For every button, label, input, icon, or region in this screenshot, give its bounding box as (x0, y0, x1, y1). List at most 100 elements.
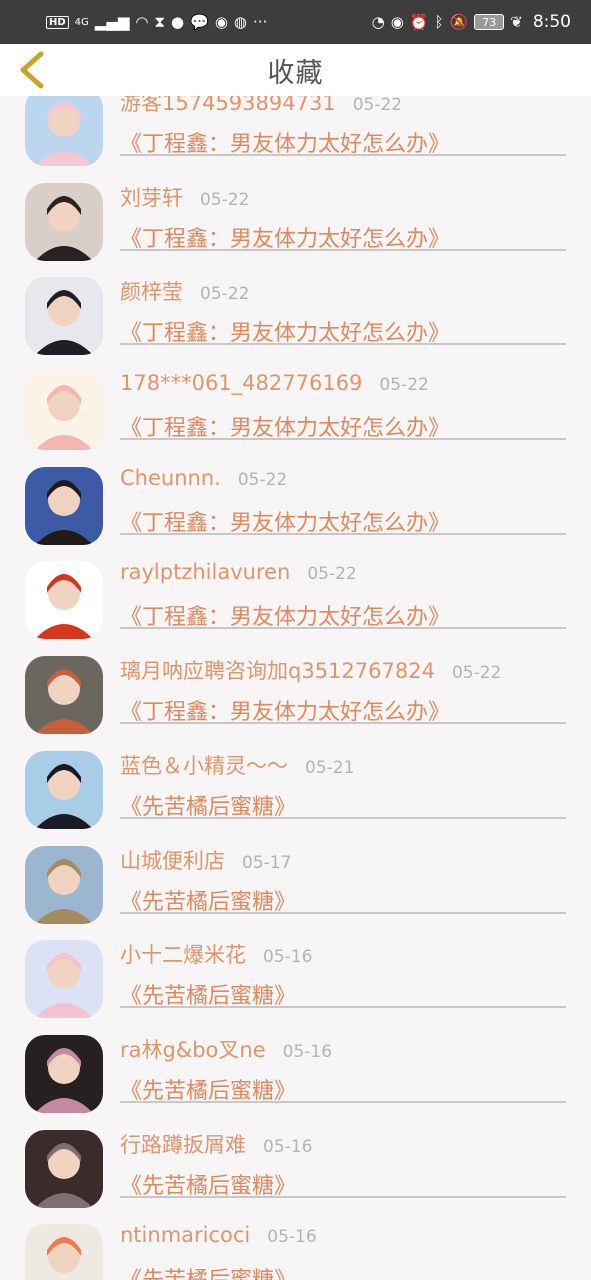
story-title[interactable]: 《丁程鑫：男友体力太好怎么办》 (120, 221, 566, 252)
divider (120, 1100, 566, 1103)
story-title[interactable]: 《先苦橘后蜜糖》 (120, 884, 566, 915)
status-bar: HD 4G ▂▄▆ ◠ ⧗ ● 💬 ◉ ◍ ··· ◔ ◉ ⏰ ᛒ 🔕 73 ❦… (0, 0, 591, 44)
back-button[interactable] (14, 50, 50, 90)
alarm-icon: ⏰ (409, 12, 429, 31)
story-title[interactable]: 《丁程鑫：男友体力太好怎么办》 (120, 315, 566, 346)
list-item-meta: 山城便利店 05-17 (120, 845, 566, 875)
avatar[interactable] (25, 277, 103, 356)
list-item[interactable]: 蓝色＆小精灵～～ 05-21 《先苦橘后蜜糖》 (0, 740, 591, 835)
list-item[interactable]: ntinmaricoci 05-16 《先苦橘后蜜糖》 (0, 1213, 591, 1280)
network-type-label: 4G (74, 16, 89, 28)
user-name[interactable]: Cheunnn. (120, 466, 221, 490)
divider (120, 343, 566, 346)
hd-badge: HD (46, 15, 69, 29)
avatar[interactable] (25, 182, 103, 261)
avatar-image (25, 96, 103, 166)
post-date: 05-16 (267, 1227, 317, 1248)
user-name[interactable]: 蓝色＆小精灵～～ (120, 750, 288, 780)
list-item[interactable]: 颜梓莹 05-22 《丁程鑫：男友体力太好怎么办》 (0, 266, 591, 361)
story-title[interactable]: 《丁程鑫：男友体力太好怎么办》 (120, 694, 566, 725)
clock: 8:50 (532, 12, 571, 32)
list-item[interactable]: raylptzhilavuren 05-22 《丁程鑫：男友体力太好怎么办》 (0, 550, 591, 645)
divider (120, 154, 566, 156)
story-title[interactable]: 《先苦橘后蜜糖》 (120, 1073, 566, 1104)
avatar[interactable] (25, 940, 103, 1019)
list-item[interactable]: 璃月呐应聘咨询加q3512767824 05-22 《丁程鑫：男友体力太好怎么办》 (0, 645, 591, 740)
post-date: 05-22 (379, 375, 429, 396)
list-item[interactable]: 刘芽轩 05-22 《丁程鑫：男友体力太好怎么办》 (0, 172, 591, 267)
bluetooth-icon: ᛒ (434, 12, 444, 31)
page-title: 收藏 (267, 57, 324, 89)
data-saver-icon: ◔ (371, 12, 385, 31)
list-item-meta: 行路蹲扳屑难 05-16 (120, 1129, 566, 1159)
list-item-meta: 蓝色＆小精灵～～ 05-21 (120, 750, 566, 780)
post-date: 05-16 (263, 1136, 313, 1157)
user-name[interactable]: 游客1574593894731 (120, 96, 336, 117)
list-item-text: ntinmaricoci 05-16 《先苦橘后蜜糖》 (120, 1223, 566, 1280)
story-title[interactable]: 《丁程鑫：男友体力太好怎么办》 (120, 599, 566, 630)
avatar-image (25, 750, 103, 829)
favorites-list[interactable]: 游客1574593894731 05-22 《丁程鑫：男友体力太好怎么办》 刘芽轩 05… (0, 96, 591, 1280)
story-title[interactable]: 《先苦橘后蜜糖》 (120, 1262, 566, 1280)
post-date: 05-22 (200, 189, 250, 210)
list-item[interactable]: Cheunnn. 05-22 《丁程鑫：男友体力太好怎么办》 (0, 456, 591, 551)
story-title[interactable]: 《丁程鑫：男友体力太好怎么办》 (120, 505, 566, 536)
list-item[interactable]: ra林g&bo叉ne 05-16 《先苦橘后蜜糖》 (0, 1024, 591, 1119)
user-name[interactable]: 178***061_482776169 (120, 371, 362, 395)
avatar[interactable] (25, 1034, 103, 1113)
user-name[interactable]: 刘芽轩 (120, 182, 183, 212)
avatar[interactable] (25, 96, 103, 166)
list-item-meta: raylptzhilavuren 05-22 (120, 560, 566, 590)
post-date: 05-16 (263, 947, 313, 968)
list-item-text: 小十二爆米花 05-16 《先苦橘后蜜糖》 (120, 939, 566, 1009)
divider (120, 248, 566, 251)
list-item-text: 178***061_482776169 05-22 《丁程鑫：男友体力太好怎么办》 (120, 371, 566, 441)
user-name[interactable]: ntinmaricoci (120, 1223, 250, 1247)
avatar-image (25, 940, 103, 1019)
avatar-image (25, 656, 103, 735)
story-title[interactable]: 《丁程鑫：男友体力太好怎么办》 (120, 410, 566, 441)
hourglass-icon: ⧗ (154, 12, 166, 31)
list-item[interactable]: 行路蹲扳屑难 05-16 《先苦橘后蜜糖》 (0, 1119, 591, 1214)
story-title[interactable]: 《先苦橘后蜜糖》 (120, 1168, 566, 1199)
header-bar: 收藏 (0, 44, 591, 96)
avatar[interactable] (25, 466, 103, 545)
divider (120, 1006, 566, 1009)
post-date: 05-22 (451, 663, 502, 684)
avatar[interactable] (25, 1129, 103, 1208)
list-item-meta: ra林g&bo叉ne 05-16 (120, 1034, 566, 1064)
avatar[interactable] (25, 372, 103, 451)
story-title[interactable]: 《丁程鑫：男友体力太好怎么办》 (120, 126, 566, 157)
status-left: HD 4G ▂▄▆ ◠ ⧗ ● 💬 ◉ ◍ ··· (46, 12, 267, 31)
list-item[interactable]: 游客1574593894731 05-22 《丁程鑫：男友体力太好怎么办》 (0, 96, 591, 172)
list-item[interactable]: 小十二爆米花 05-16 《先苦橘后蜜糖》 (0, 929, 591, 1024)
list-item-text: ra林g&bo叉ne 05-16 《先苦橘后蜜糖》 (120, 1034, 566, 1104)
story-title[interactable]: 《先苦橘后蜜糖》 (120, 978, 566, 1009)
post-date: 05-22 (237, 469, 288, 490)
user-name[interactable]: raylptzhilavuren (120, 560, 290, 584)
list-item[interactable]: 178***061_482776169 05-22 《丁程鑫：男友体力太好怎么办》 (0, 361, 591, 456)
divider (120, 816, 566, 819)
user-name[interactable]: 小十二爆米花 (120, 939, 246, 969)
avatar-image (25, 845, 103, 924)
list-item[interactable]: 山城便利店 05-17 《先苦橘后蜜糖》 (0, 835, 591, 930)
user-name[interactable]: 山城便利店 (120, 845, 225, 875)
list-item-meta: 178***061_482776169 05-22 (120, 371, 566, 401)
avatar-image (25, 561, 103, 640)
avatar[interactable] (25, 845, 103, 924)
avatar[interactable] (25, 561, 103, 640)
user-name[interactable]: ra林g&bo叉ne (120, 1034, 266, 1064)
user-name[interactable]: 行路蹲扳屑难 (120, 1129, 246, 1159)
avatar[interactable] (25, 1224, 103, 1280)
chevron-left-icon (20, 51, 44, 89)
list-item-text: raylptzhilavuren 05-22 《丁程鑫：男友体力太好怎么办》 (120, 560, 566, 630)
list-item-text: Cheunnn. 05-22 《丁程鑫：男友体力太好怎么办》 (120, 466, 566, 536)
avatar[interactable] (25, 656, 103, 735)
avatar[interactable] (25, 750, 103, 829)
list-item-text: 刘芽轩 05-22 《丁程鑫：男友体力太好怎么办》 (120, 182, 566, 252)
user-name[interactable]: 颜梓莹 (120, 276, 183, 306)
story-title[interactable]: 《先苦橘后蜜糖》 (120, 789, 566, 820)
user-name[interactable]: 璃月呐应聘咨询加q3512767824 (120, 655, 435, 685)
status-right: ◔ ◉ ⏰ ᛒ 🔕 73 ❦ 8:50 (372, 12, 571, 32)
list-item-meta: 游客1574593894731 05-22 (120, 96, 566, 117)
